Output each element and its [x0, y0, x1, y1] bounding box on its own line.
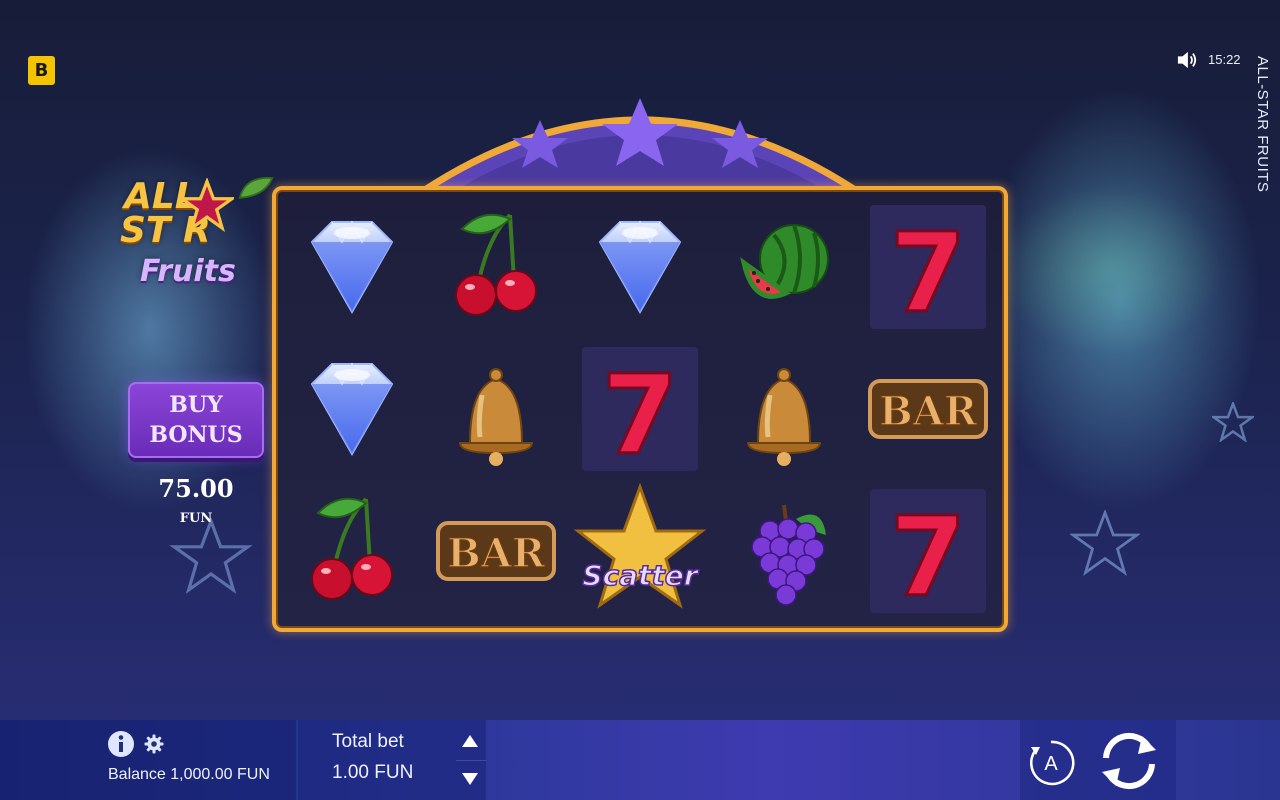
logo-star-icon	[180, 178, 234, 232]
reel-cell-bell	[712, 338, 856, 480]
decorative-star-icon	[1212, 402, 1254, 442]
reel-grid: 7 7 BAR BAR Scatter 7	[280, 196, 1000, 622]
reel-cell-cherry	[424, 196, 568, 338]
total-bet-label: Total bet	[332, 731, 404, 752]
balance-display: Balance 1,000.00 FUN	[108, 766, 270, 783]
gear-icon[interactable]	[144, 734, 164, 754]
svg-text:BAR: BAR	[879, 388, 978, 435]
reel-cell-bar: BAR	[856, 338, 1000, 480]
leaf-icon	[238, 177, 274, 199]
seven-symbol-icon: 7	[582, 347, 698, 479]
diamond-symbol-icon	[310, 362, 394, 457]
diamond-symbol-icon	[310, 220, 394, 315]
reel-arch	[403, 98, 877, 200]
buy-bonus-price: 75.00	[158, 474, 234, 503]
reel-cell-diamond	[280, 338, 424, 480]
balance-panel	[0, 720, 296, 800]
bell-symbol-icon	[746, 368, 822, 466]
watermelon-symbol-icon	[740, 224, 829, 299]
reel-cell-diamond	[280, 196, 424, 338]
bar-symbol-icon: BAR	[436, 521, 556, 581]
spin-button[interactable]	[1094, 726, 1164, 796]
svg-text:Scatter: Scatter	[582, 559, 699, 592]
reel-cell-cherry	[280, 480, 424, 622]
bell-symbol-icon	[458, 368, 534, 466]
info-icon[interactable]	[107, 730, 135, 758]
reel-cell-seven: 7	[856, 480, 1000, 622]
reel-cell-seven: 7	[856, 196, 1000, 338]
speaker-on-icon[interactable]	[1176, 50, 1198, 70]
buy-bonus-currency: FUN	[179, 511, 213, 526]
reel-cell-bell	[424, 338, 568, 480]
svg-text:7: 7	[890, 493, 967, 621]
decorative-star-icon	[1070, 510, 1140, 576]
bet-divider	[456, 760, 486, 761]
game-title-vertical: ALL-STAR FRUITS	[1254, 56, 1271, 193]
decorative-star-icon	[169, 518, 253, 594]
reel-cell-grapes	[712, 480, 856, 622]
bet-increase-icon[interactable]	[458, 728, 482, 754]
scatter-symbol-icon: Scatter	[573, 482, 707, 609]
seven-symbol-icon: 7	[870, 205, 986, 337]
cherry-symbol-icon	[311, 497, 393, 600]
buy-bonus-button[interactable]: BUY BONUS	[128, 382, 264, 458]
svg-text:BAR: BAR	[447, 530, 546, 577]
logo-text-fruits: Fruits	[140, 254, 236, 289]
game-logo: ALL- ST R Fruits	[118, 170, 278, 295]
svg-text:7: 7	[890, 209, 967, 337]
reel-cell-diamond	[568, 196, 712, 338]
svg-text:7: 7	[602, 351, 679, 479]
reel-cell-scatter: Scatter	[568, 480, 712, 622]
brand-logo: B	[28, 56, 55, 85]
reel-cell-watermelon	[712, 196, 856, 338]
cherry-symbol-icon	[455, 213, 537, 316]
autoplay-label: A	[1044, 753, 1058, 775]
autoplay-icon: A	[1030, 740, 1075, 786]
autoplay-button[interactable]: A	[1026, 738, 1076, 788]
reel-cell-seven: 7	[568, 338, 712, 480]
total-bet-value: 1.00 FUN	[332, 762, 414, 783]
reel-cell-bar: BAR	[424, 480, 568, 622]
bar-symbol-icon: BAR	[868, 379, 988, 439]
clock: 15:22	[1208, 52, 1241, 67]
diamond-symbol-icon	[598, 220, 682, 315]
grapes-symbol-icon	[751, 504, 826, 606]
bet-decrease-icon[interactable]	[458, 766, 482, 792]
seven-symbol-icon: 7	[870, 489, 986, 621]
